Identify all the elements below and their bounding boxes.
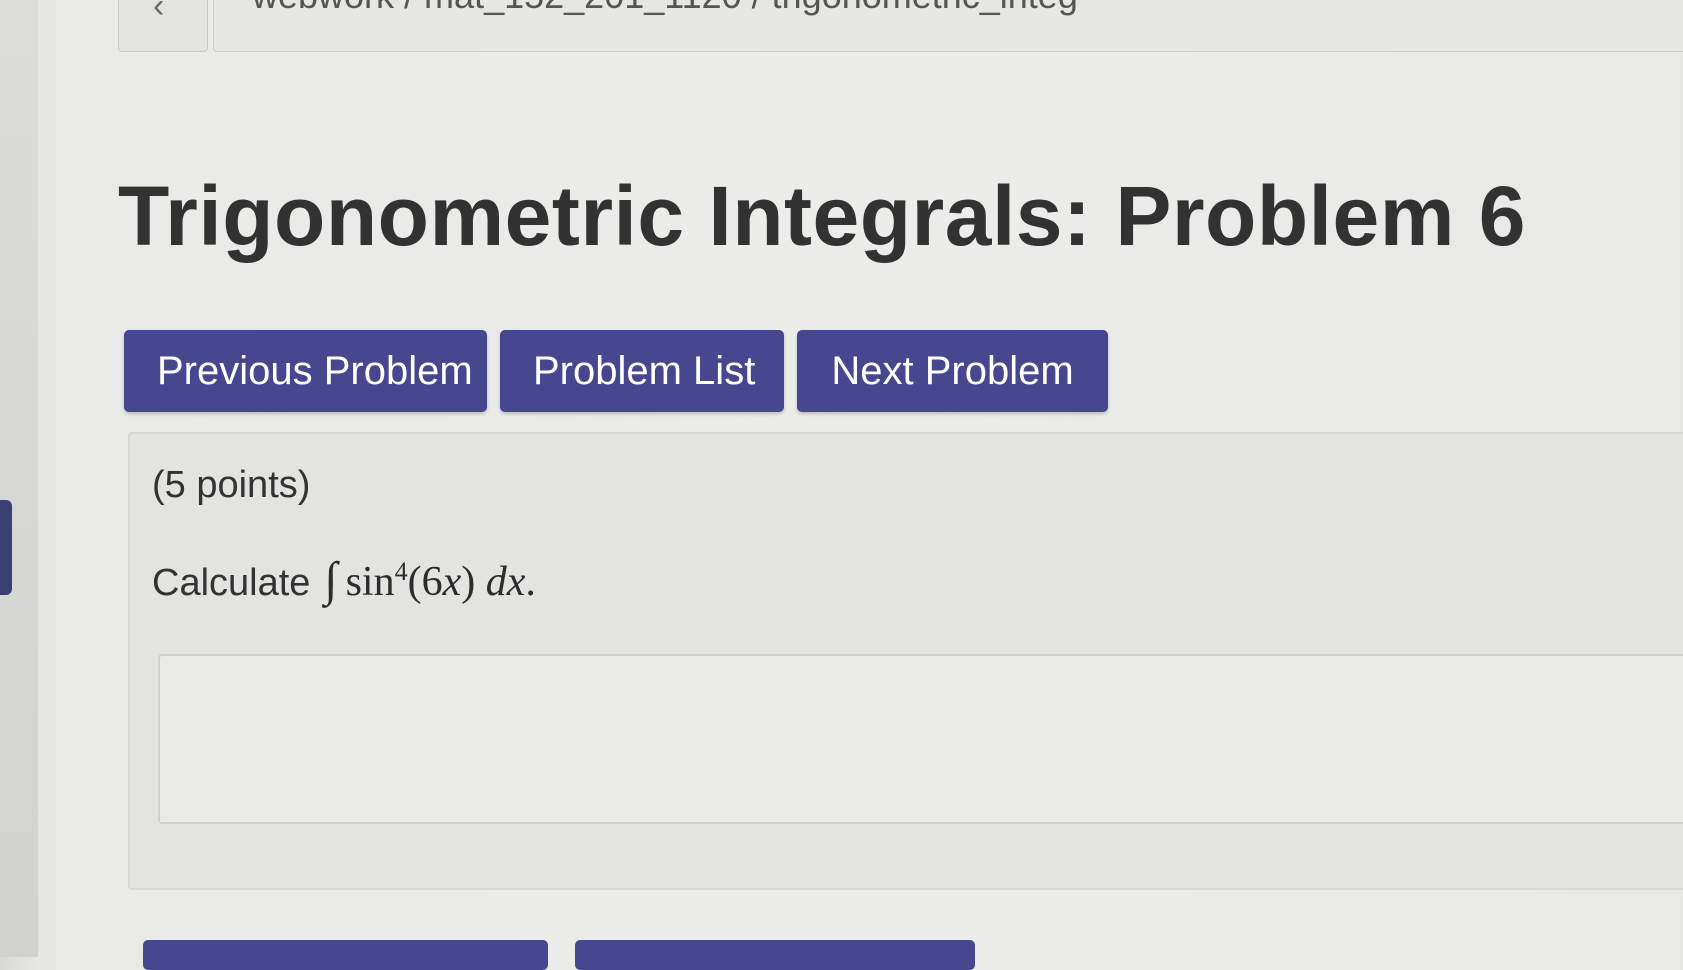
problem-statement: Calculate ∫ sin4(6x) dx.: [152, 552, 536, 607]
integral-symbol: ∫: [324, 553, 338, 606]
left-panel: [0, 0, 38, 957]
sidebar-tab[interactable]: [0, 500, 12, 595]
previous-problem-button[interactable]: Previous Problem: [124, 330, 487, 412]
back-button[interactable]: ‹: [118, 0, 208, 52]
next-problem-button[interactable]: Next Problem: [797, 330, 1108, 412]
problem-list-button[interactable]: Problem List: [500, 330, 784, 412]
argument-open: (6: [407, 559, 443, 605]
exponent: 4: [394, 557, 408, 586]
preview-answers-button[interactable]: [143, 940, 548, 970]
submit-answers-button[interactable]: [575, 940, 975, 970]
prompt-text: Calculate: [152, 562, 311, 604]
problem-panel: (5 points) Calculate ∫ sin4(6x) dx.: [128, 432, 1683, 890]
chevron-left-icon: ‹: [153, 0, 165, 25]
breadcrumb: webwork / mat_152_201_1120 / trigonometr…: [213, 0, 1683, 52]
points-label: (5 points): [152, 464, 311, 506]
page-title: Trigonometric Integrals: Problem 6: [118, 169, 1526, 263]
breadcrumb-text: webwork / mat_152_201_1120 / trigonometr…: [252, 0, 1078, 17]
answer-input[interactable]: [158, 654, 1683, 824]
argument-close: ): [461, 559, 476, 605]
function-name: sin: [345, 559, 395, 605]
argument-variable: x: [442, 559, 462, 605]
period: .: [525, 559, 536, 605]
differential: dx: [485, 559, 526, 605]
integral-expression: ∫ sin4(6x) dx.: [324, 552, 535, 607]
problem-nav: Previous Problem Problem List Next Probl…: [124, 330, 1108, 412]
